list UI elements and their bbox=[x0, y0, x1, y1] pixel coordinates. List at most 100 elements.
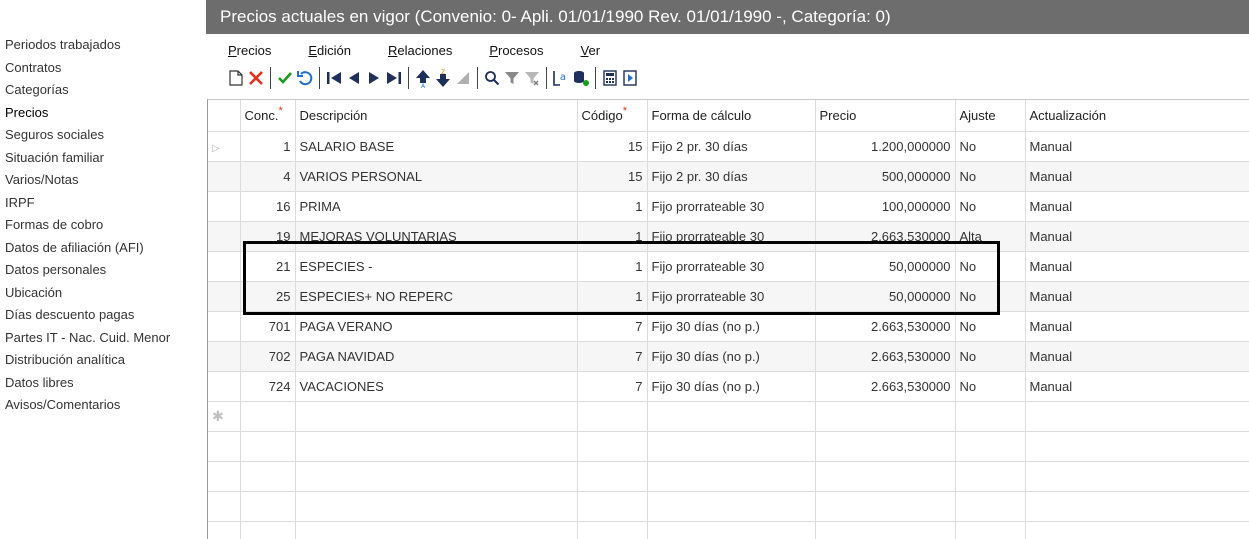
cell-codigo[interactable]: 7 bbox=[577, 341, 648, 372]
sidebar-item-contratos[interactable]: Contratos bbox=[0, 57, 206, 80]
sidebar-item-datos-afiliacion[interactable]: Datos de afiliación (AFI) bbox=[0, 237, 206, 260]
clear-sort-icon[interactable] bbox=[453, 66, 473, 90]
cell-actualizacion[interactable]: Manual bbox=[1025, 161, 1249, 192]
cell-conc[interactable]: 16 bbox=[240, 191, 296, 222]
cell-descripcion[interactable]: ESPECIES - bbox=[295, 251, 578, 282]
cell-precio[interactable]: 1.200,000000 bbox=[815, 131, 956, 162]
empty-cell[interactable] bbox=[577, 401, 648, 432]
cell-codigo[interactable]: 1 bbox=[577, 221, 648, 252]
cell-codigo[interactable]: 7 bbox=[577, 371, 648, 402]
row-selector[interactable] bbox=[208, 341, 241, 372]
sidebar-item-categorias[interactable]: Categorías bbox=[0, 79, 206, 102]
table-row[interactable]: 4 VARIOS PERSONAL 15 Fijo 2 pr. 30 días … bbox=[208, 161, 1249, 192]
cell-ajuste[interactable]: Alta bbox=[955, 221, 1026, 252]
cell-conc[interactable]: 21 bbox=[240, 251, 296, 282]
cell-codigo[interactable]: 1 bbox=[577, 281, 648, 312]
sidebar-item-varios-notas[interactable]: Varios/Notas bbox=[0, 169, 206, 192]
undo-icon[interactable] bbox=[295, 66, 315, 90]
cell-precio[interactable]: 50,000000 bbox=[815, 281, 956, 312]
row-selector[interactable] bbox=[208, 371, 241, 402]
cell-forma[interactable]: Fijo 30 días (no p.) bbox=[647, 341, 816, 372]
cell-ajuste[interactable]: No bbox=[955, 131, 1026, 162]
confirm-icon[interactable] bbox=[275, 66, 295, 90]
table-row[interactable]: 16 PRIMA 1 Fijo prorrateable 30 100,0000… bbox=[208, 191, 1249, 222]
cell-actualizacion[interactable]: Manual bbox=[1025, 281, 1249, 312]
cell-forma[interactable]: Fijo 2 pr. 30 días bbox=[647, 131, 816, 162]
row-selector[interactable] bbox=[208, 191, 241, 222]
search-icon[interactable] bbox=[482, 66, 502, 90]
cell-conc[interactable]: 701 bbox=[240, 311, 296, 342]
sidebar-item-seguros-sociales[interactable]: Seguros sociales bbox=[0, 124, 206, 147]
cell-precio[interactable]: 2.663,530000 bbox=[815, 221, 956, 252]
cell-descripcion[interactable]: PRIMA bbox=[295, 191, 578, 222]
cell-actualizacion[interactable]: Manual bbox=[1025, 341, 1249, 372]
menu-edicion[interactable]: Edición bbox=[308, 43, 351, 58]
sidebar-item-ubicacion[interactable]: Ubicación bbox=[0, 282, 206, 305]
cell-ajuste[interactable]: No bbox=[955, 371, 1026, 402]
cell-conc[interactable]: 19 bbox=[240, 221, 296, 252]
cell-forma[interactable]: Fijo prorrateable 30 bbox=[647, 221, 816, 252]
export-icon[interactable] bbox=[620, 66, 640, 90]
cell-descripcion[interactable]: PAGA VERANO bbox=[295, 311, 578, 342]
header-codigo[interactable]: Código* bbox=[577, 100, 648, 132]
cell-ajuste[interactable]: No bbox=[955, 251, 1026, 282]
cell-descripcion[interactable]: PAGA NAVIDAD bbox=[295, 341, 578, 372]
sidebar-item-partes-it[interactable]: Partes IT - Nac. Cuid. Menor bbox=[0, 327, 206, 350]
table-row[interactable]: 702 PAGA NAVIDAD 7 Fijo 30 días (no p.) … bbox=[208, 341, 1249, 372]
header-precio[interactable]: Precio bbox=[815, 100, 956, 132]
row-selector[interactable] bbox=[208, 311, 241, 342]
cell-actualizacion[interactable]: Manual bbox=[1025, 191, 1249, 222]
first-record-icon[interactable] bbox=[324, 66, 344, 90]
sidebar-item-precios[interactable]: Precios bbox=[0, 102, 206, 125]
table-row[interactable]: ▷ 1 SALARIO BASE 15 Fijo 2 pr. 30 días 1… bbox=[208, 131, 1249, 162]
table-row[interactable]: 19 MEJORAS VOLUNTARIAS 1 Fijo prorrateab… bbox=[208, 221, 1249, 252]
delete-icon[interactable] bbox=[246, 66, 266, 90]
table-row[interactable]: 25 ESPECIES+ NO REPERC 1 Fijo prorrateab… bbox=[208, 281, 1249, 312]
empty-cell[interactable] bbox=[647, 401, 816, 432]
cell-actualizacion[interactable]: Manual bbox=[1025, 221, 1249, 252]
sidebar-item-avisos-comentarios[interactable]: Avisos/Comentarios bbox=[0, 394, 206, 417]
sort-ascending-icon[interactable]: A bbox=[413, 66, 433, 90]
cell-ajuste[interactable]: No bbox=[955, 161, 1026, 192]
menu-relaciones[interactable]: Relaciones bbox=[388, 43, 452, 58]
sidebar-item-periodos-trabajados[interactable]: Periodos trabajados bbox=[0, 34, 206, 57]
cell-conc[interactable]: 4 bbox=[240, 161, 296, 192]
cell-forma[interactable]: Fijo 2 pr. 30 días bbox=[647, 161, 816, 192]
table-row[interactable]: 724 VACACIONES 7 Fijo 30 días (no p.) 2.… bbox=[208, 371, 1249, 402]
header-actualizacion[interactable]: Actualización bbox=[1025, 100, 1249, 132]
sort-descending-icon[interactable]: Z bbox=[433, 66, 453, 90]
header-descripcion[interactable]: Descripción bbox=[295, 100, 578, 132]
cell-codigo[interactable]: 15 bbox=[577, 131, 648, 162]
cell-actualizacion[interactable]: Manual bbox=[1025, 371, 1249, 402]
new-record-row[interactable]: ✱ bbox=[208, 401, 1249, 432]
sidebar-item-datos-libres[interactable]: Datos libres bbox=[0, 372, 206, 395]
cell-forma[interactable]: Fijo 30 días (no p.) bbox=[647, 371, 816, 402]
cell-forma[interactable]: Fijo 30 días (no p.) bbox=[647, 311, 816, 342]
cell-precio[interactable]: 2.663,530000 bbox=[815, 341, 956, 372]
cell-precio[interactable]: 100,000000 bbox=[815, 191, 956, 222]
cell-precio[interactable]: 2.663,530000 bbox=[815, 311, 956, 342]
cell-ajuste[interactable]: No bbox=[955, 191, 1026, 222]
empty-cell[interactable] bbox=[240, 401, 296, 432]
row-selector[interactable] bbox=[208, 161, 241, 192]
cell-forma[interactable]: Fijo prorrateable 30 bbox=[647, 281, 816, 312]
row-selector[interactable]: ▷ bbox=[208, 131, 241, 162]
header-forma-calculo[interactable]: Forma de cálculo bbox=[647, 100, 816, 132]
menu-procesos[interactable]: Procesos bbox=[489, 43, 543, 58]
row-selector[interactable] bbox=[208, 221, 241, 252]
cell-conc[interactable]: 25 bbox=[240, 281, 296, 312]
clear-filter-icon[interactable] bbox=[522, 66, 542, 90]
cell-descripcion[interactable]: ESPECIES+ NO REPERC bbox=[295, 281, 578, 312]
sidebar-item-distribucion-analitica[interactable]: Distribución analítica bbox=[0, 349, 206, 372]
new-document-icon[interactable] bbox=[226, 66, 246, 90]
cell-precio[interactable]: 50,000000 bbox=[815, 251, 956, 282]
cell-ajuste[interactable]: No bbox=[955, 341, 1026, 372]
sidebar-item-irpf[interactable]: IRPF bbox=[0, 192, 206, 215]
header-ajuste[interactable]: Ajuste bbox=[955, 100, 1026, 132]
menu-ver[interactable]: Ver bbox=[581, 43, 601, 58]
cell-conc[interactable]: 702 bbox=[240, 341, 296, 372]
empty-cell[interactable] bbox=[295, 401, 578, 432]
label-icon[interactable]: a bbox=[551, 66, 571, 90]
cell-codigo[interactable]: 1 bbox=[577, 191, 648, 222]
cell-precio[interactable]: 2.663,530000 bbox=[815, 371, 956, 402]
